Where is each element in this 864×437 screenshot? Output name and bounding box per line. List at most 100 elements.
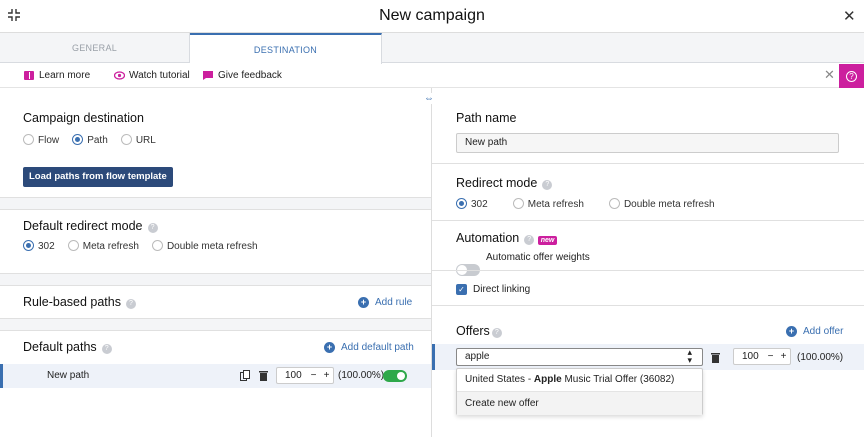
watch-tutorial-link[interactable]: Watch tutorial [113, 70, 190, 81]
destination-radio-group: Flow Path URL [23, 134, 166, 146]
add-offer-label: Add offer [803, 326, 844, 337]
offer-weight-percent: (100.00%) [797, 352, 844, 363]
tab-bar: GENERAL DESTINATION [0, 33, 864, 64]
tab-general[interactable]: GENERAL [0, 33, 190, 63]
divider [0, 330, 431, 331]
copy-icon[interactable] [240, 370, 250, 381]
close-helpbar-icon[interactable]: ✕ [824, 67, 835, 83]
radio-double-meta-refresh-label: Double meta refresh [166, 241, 258, 252]
info-icon[interactable]: ? [125, 299, 136, 309]
default-paths-title: Default paths? [23, 340, 112, 354]
trash-icon[interactable] [259, 370, 268, 381]
path-name-input[interactable]: New path [456, 133, 839, 153]
radio-double-meta-refresh[interactable]: Double meta refresh [608, 198, 725, 210]
offer-result-item[interactable]: United States - Apple Music Trial Offer … [457, 369, 702, 392]
section-gap [0, 274, 431, 285]
radio-flow[interactable]: Flow [23, 134, 69, 146]
weight-percent: (100.00%) [338, 370, 385, 381]
offer-search-value[interactable]: apple [465, 351, 489, 362]
radio-url-dot[interactable] [120, 134, 132, 145]
learn-more-label: Learn more [39, 70, 91, 81]
default-redirect-radio-group: 302 Meta refresh Double meta refresh [23, 240, 268, 252]
divider [432, 270, 864, 271]
close-icon[interactable]: ✕ [843, 7, 856, 25]
radio-double-meta-refresh-label: Double meta refresh [623, 199, 715, 210]
radio-302-dot[interactable] [456, 198, 467, 209]
weight-value[interactable]: 100 [277, 370, 307, 381]
radio-meta-refresh-label: Meta refresh [527, 199, 584, 210]
help-question-icon: ? [846, 71, 857, 82]
offers-title-text: Offers [456, 324, 490, 338]
radio-path-label: Path [87, 135, 108, 146]
divider [0, 209, 431, 210]
eye-icon [113, 71, 126, 80]
direct-linking-label: Direct linking [473, 284, 531, 295]
create-new-offer-item[interactable]: Create new offer [457, 392, 702, 415]
radio-double-meta-refresh-dot[interactable] [608, 198, 620, 209]
minus-icon[interactable]: − [307, 370, 320, 381]
offer-result-suffix: Music Trial Offer (36082) [561, 374, 675, 385]
offer-search-select[interactable]: apple ▴ ▾ [456, 348, 703, 366]
info-icon[interactable]: ? [491, 328, 502, 338]
radio-path[interactable]: Path [72, 134, 118, 146]
radio-url-label: URL [135, 135, 156, 146]
help-button[interactable]: ? [839, 64, 864, 88]
automation-title-text: Automation [456, 231, 520, 245]
plus-step-icon[interactable]: + [320, 370, 333, 381]
section-gap [0, 319, 431, 330]
offer-weight-stepper[interactable]: 100− + [733, 348, 791, 365]
info-icon[interactable]: ? [147, 223, 158, 233]
plus-icon: + [358, 297, 369, 308]
divider [0, 285, 431, 286]
radio-302[interactable]: 302 [456, 198, 510, 210]
radio-double-meta-refresh[interactable]: Double meta refresh [151, 240, 268, 252]
plus-step-icon[interactable]: + [777, 351, 790, 362]
info-icon[interactable]: ? [101, 344, 112, 354]
radio-meta-refresh-dot[interactable] [512, 198, 524, 209]
radio-path-dot[interactable] [72, 134, 84, 145]
add-rule-button[interactable]: + Add rule [358, 297, 412, 308]
radio-302[interactable]: 302 [23, 240, 65, 252]
radio-flow-dot[interactable] [23, 134, 34, 145]
direct-linking-checkbox[interactable]: ✓ [456, 284, 467, 295]
campaign-destination-title: Campaign destination [23, 111, 144, 125]
radio-302-dot[interactable] [23, 240, 34, 251]
resize-handle-icon[interactable]: ⇔ [424, 93, 434, 104]
path-row-name[interactable]: New path [47, 370, 89, 381]
radio-meta-refresh[interactable]: Meta refresh [67, 240, 149, 252]
offer-weight-value[interactable]: 100 [734, 351, 764, 362]
weight-stepper[interactable]: 100− + [276, 367, 334, 384]
default-redirect-title: Default redirect mode? [23, 219, 158, 233]
path-enabled-toggle[interactable] [383, 370, 407, 382]
redirect-mode-title-text: Redirect mode [456, 176, 538, 190]
learn-more-link[interactable]: Learn more [24, 70, 90, 81]
offer-result-match: Apple [533, 374, 562, 385]
plus-icon: + [324, 342, 335, 353]
add-offer-button[interactable]: + Add offer [786, 326, 843, 337]
default-redirect-title-text: Default redirect mode [23, 219, 143, 233]
select-arrows-icon: ▴ ▾ [687, 347, 692, 365]
load-paths-button[interactable]: Load paths from flow template [23, 167, 173, 187]
section-gap [0, 198, 431, 209]
radio-double-meta-refresh-dot[interactable] [151, 240, 163, 251]
path-name-title: Path name [456, 111, 517, 125]
give-feedback-link[interactable]: Give feedback [203, 70, 282, 81]
tab-destination[interactable]: DESTINATION [190, 33, 382, 64]
minus-icon[interactable]: − [764, 351, 777, 362]
trash-icon[interactable] [711, 352, 720, 363]
radio-meta-refresh-dot[interactable] [67, 240, 79, 251]
automatic-offer-weights-label: Automatic offer weights [486, 252, 590, 263]
add-default-path-button[interactable]: + Add default path [324, 342, 414, 353]
info-icon[interactable]: ? [524, 235, 535, 245]
panel-divider[interactable] [431, 88, 432, 437]
plus-icon: + [786, 326, 797, 337]
rule-based-paths-title: Rule-based paths? [23, 295, 136, 309]
redirect-mode-radio-group: 302 Meta refresh Double meta refresh [456, 198, 725, 210]
book-icon [24, 71, 34, 80]
info-icon[interactable]: ? [542, 180, 553, 190]
radio-meta-refresh[interactable]: Meta refresh [512, 198, 606, 210]
radio-url[interactable]: URL [120, 134, 166, 146]
feedback-icon [203, 71, 213, 80]
rule-based-paths-title-text: Rule-based paths [23, 295, 121, 309]
divider [432, 220, 864, 221]
